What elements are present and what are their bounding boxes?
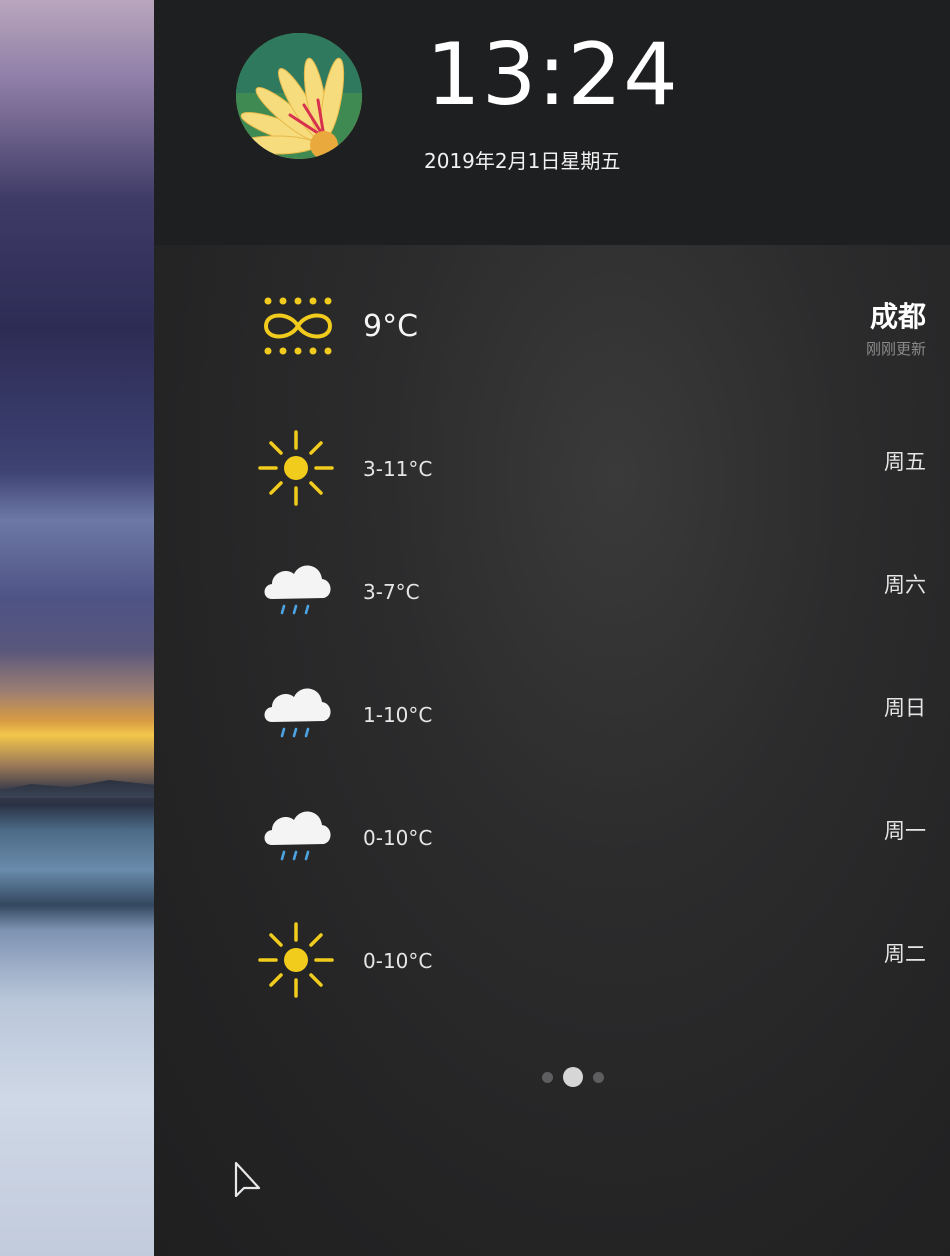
forecast-temperature-range: 0-10°C (363, 826, 433, 850)
forecast-row: 0-10°C 周一 (154, 787, 950, 887)
forecast-row: 1-10°C 周日 (154, 664, 950, 764)
user-avatar[interactable] (236, 33, 362, 159)
forecast-day: 周五 (884, 450, 926, 474)
forecast-temperature-range: 3-11°C (363, 457, 433, 481)
current-temperature: 9°C (363, 309, 419, 344)
cloud-rain-icon (254, 674, 338, 754)
cloud-rain-icon (254, 797, 338, 877)
desktop-wallpaper (0, 0, 156, 1256)
fog-icon (263, 297, 333, 355)
forecast-temperature-range: 0-10°C (363, 949, 433, 973)
panel-header: 13:24 2019年2月1日星期五 (154, 0, 950, 245)
page-dot-active[interactable] (563, 1067, 583, 1087)
forecast-row: 3-7°C 周六 (154, 541, 950, 641)
forecast-day: 周日 (884, 696, 926, 720)
update-status: 刚刚更新 (865, 340, 926, 358)
city-name[interactable]: 成都 (870, 299, 926, 335)
cloud-rain-icon (254, 551, 338, 631)
forecast-day: 周二 (884, 942, 926, 966)
forecast-day: 周一 (884, 819, 926, 843)
page-indicator (542, 1066, 604, 1088)
page-dot[interactable] (542, 1071, 553, 1083)
forecast-row: 0-10°C 周二 (154, 910, 950, 1010)
desktop: 13:24 2019年2月1日星期五 9°C 成都 刚刚更新 3-11°C 周五… (0, 0, 950, 1256)
mouse-pointer-icon (234, 1161, 261, 1198)
flower-avatar-image (236, 33, 362, 159)
forecast-day: 周六 (884, 573, 926, 597)
sun-icon (254, 920, 338, 1000)
page-dot[interactable] (593, 1071, 604, 1083)
side-panel: 13:24 2019年2月1日星期五 9°C 成都 刚刚更新 3-11°C 周五… (154, 0, 950, 1256)
clock-date: 2019年2月1日星期五 (424, 149, 621, 173)
forecast-temperature-range: 3-7°C (363, 580, 420, 604)
sun-icon (254, 428, 338, 508)
forecast-temperature-range: 1-10°C (363, 703, 433, 727)
forecast-row: 3-11°C 周五 (154, 418, 950, 518)
current-weather[interactable]: 9°C 成都 刚刚更新 (154, 285, 950, 375)
clock-time: 13:24 (426, 25, 679, 125)
